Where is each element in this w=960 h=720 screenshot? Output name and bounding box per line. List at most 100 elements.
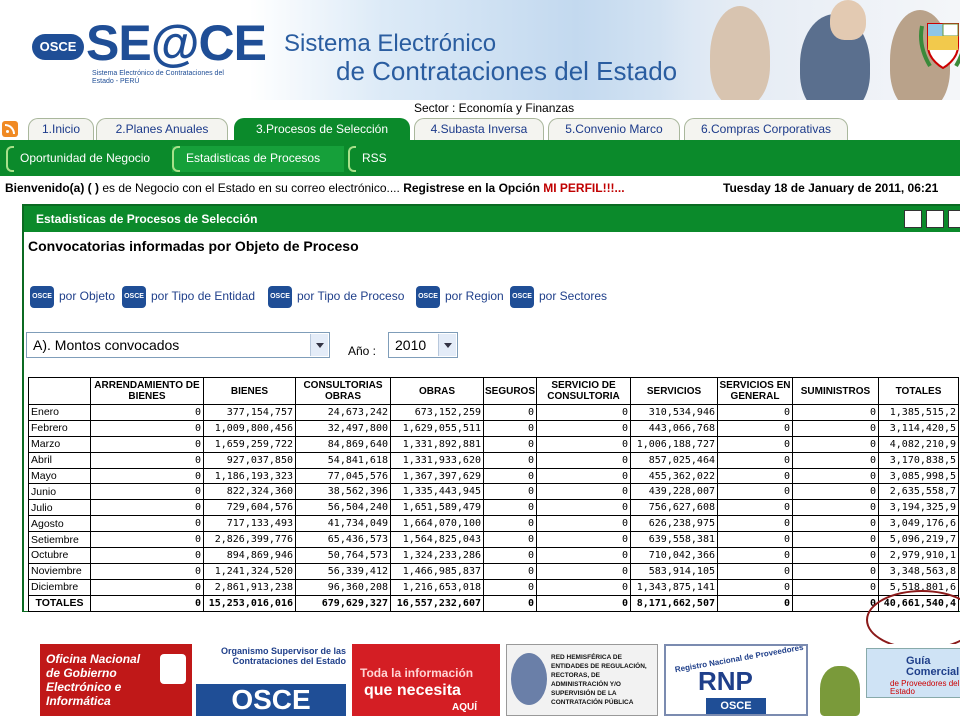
chevron-down-icon[interactable] (310, 334, 328, 356)
value-cell: 0 (483, 515, 537, 533)
value-cell: 894,869,946 (203, 547, 296, 564)
month-cell: Agosto (28, 515, 91, 533)
column-header: SEGUROS (483, 377, 537, 405)
value-cell: 41,734,049 (295, 515, 391, 533)
value-cell: 0 (90, 499, 204, 517)
subtab-oportunidad-negocio[interactable]: Oportunidad de Negocio (6, 146, 168, 172)
rss-feed-icon[interactable] (2, 121, 18, 137)
value-cell: 1,564,825,043 (390, 531, 484, 549)
value-cell: 0 (90, 578, 204, 596)
value-cell: 756,627,608 (630, 499, 718, 517)
osce-logo[interactable]: OSCE (32, 34, 84, 60)
guia-title: Guía Comercial (906, 655, 960, 678)
value-cell: 2,635,558,7 (878, 483, 959, 501)
value-cell: 0 (483, 531, 537, 549)
link-por-tipo-proceso[interactable]: OSCE por Tipo de Proceso (268, 286, 404, 308)
value-cell: 0 (717, 467, 793, 485)
osce-banner-logo: OSCE (196, 684, 346, 716)
banner-guia-comercial[interactable]: Guía Comercial de Proveedores del Estado (818, 644, 960, 716)
value-cell: 0 (483, 419, 537, 437)
statistics-table: ARRENDAMIENTO DE BIENES BIENES CONSULTORIA… (28, 377, 959, 612)
tab-planes-anuales[interactable]: 2.Planes Anuales (96, 118, 228, 140)
subtab-estadisticas-procesos[interactable]: Estadisticas de Procesos (172, 146, 344, 172)
year-select[interactable]: 2010 (388, 332, 458, 358)
print-icon[interactable] (948, 210, 960, 228)
value-cell: 0 (792, 467, 879, 485)
value-cell: 1,629,055,511 (390, 419, 484, 437)
value-cell: 77,045,576 (295, 467, 391, 485)
value-cell: 0 (536, 578, 631, 596)
value-cell: 0 (536, 499, 631, 517)
value-cell: 0 (536, 419, 631, 437)
link-por-objeto[interactable]: OSCE por Objeto (30, 286, 115, 308)
value-cell: 439,228,007 (630, 483, 718, 501)
value-cell: 0 (536, 404, 631, 421)
totals-label: TOTALES (28, 594, 91, 612)
table-row: Setiembre 0 2,826,399,776 65,436,573 1,564,8… (28, 531, 959, 549)
value-cell: 0 (717, 404, 793, 421)
value-cell: 0 (90, 531, 204, 549)
link-label: por Region (445, 289, 504, 304)
month-cell: Junio (28, 483, 91, 501)
export-excel-icon[interactable] (904, 210, 922, 228)
value-cell: 0 (536, 483, 631, 501)
value-cell: 50,764,573 (295, 547, 391, 564)
seace-logo[interactable]: SE@CE (86, 14, 267, 72)
total-cell: 16,557,232,607 (390, 594, 484, 612)
value-cell: 1,659,259,722 (203, 435, 296, 453)
tab-subasta-inversa[interactable]: 4.Subasta Inversa (414, 118, 544, 140)
value-cell: 0 (90, 562, 204, 580)
value-cell: 56,339,412 (295, 562, 391, 580)
value-cell: 857,025,464 (630, 451, 718, 469)
link-label: por Objeto (59, 289, 116, 304)
value-cell: 54,841,618 (295, 451, 391, 469)
value-cell: 0 (792, 404, 879, 421)
link-por-tipo-entidad[interactable]: OSCE por Tipo de Entidad (122, 286, 255, 308)
tab-convenio-marco[interactable]: 5.Convenio Marco (548, 118, 680, 140)
totals-row: TOTALES 0 15,253,016,016 679,629,327 16,557,… (28, 594, 959, 612)
rnp-osce-label: OSCE (706, 698, 766, 714)
banner-ongei[interactable]: Oficina Nacional de Gobierno Electrónico… (40, 644, 192, 716)
subtab-rss[interactable]: RSS (348, 146, 408, 172)
value-cell: 0 (90, 467, 204, 485)
value-cell: 1,367,397,629 (390, 467, 484, 485)
value-cell: 1,331,892,881 (390, 435, 484, 453)
column-header: CONSULTORIAS OBRAS (295, 377, 391, 405)
banner-rnp[interactable]: Registro Nacional de Proveedores RNP OSCE (664, 644, 808, 716)
value-cell: 0 (717, 531, 793, 549)
link-label: por Tipo de Proceso (297, 289, 405, 304)
link-por-region[interactable]: OSCE por Region (416, 286, 504, 308)
value-cell: 1,241,324,520 (203, 562, 296, 580)
tab-compras-corporativas[interactable]: 6.Compras Corporativas (684, 118, 848, 140)
column-header: BIENES (203, 377, 296, 405)
edit-icon[interactable] (926, 210, 944, 228)
value-cell: 1,466,985,837 (390, 562, 484, 580)
panel-header: Estadisticas de Procesos de Selección (24, 206, 960, 232)
total-cell: 0 (483, 594, 537, 612)
link-por-sectores[interactable]: OSCE por Sectores (510, 286, 607, 308)
banner-osce[interactable]: Organismo Supervisor de las Contratacion… (196, 644, 346, 716)
welcome-message: Bienvenido(a) ( ) es de Negocio con el E… (5, 181, 625, 195)
statistics-panel: Estadisticas de Procesos de Selección Co… (22, 204, 960, 612)
value-cell: 0 (792, 531, 879, 549)
column-header: TOTALES (878, 377, 959, 405)
value-cell: 0 (483, 483, 537, 501)
total-cell: 8,171,662,507 (630, 594, 718, 612)
chevron-down-icon[interactable] (438, 334, 456, 356)
value-cell: 38,562,396 (295, 483, 391, 501)
report-type-select[interactable]: A). Montos convocados (26, 332, 330, 358)
month-cell: Mayo (28, 467, 91, 485)
column-header: ARRENDAMIENTO DE BIENES (90, 377, 204, 405)
column-header: OBRAS (390, 377, 484, 405)
subtab-label: Oportunidad de Negocio (20, 151, 151, 165)
tab-procesos-seleccion[interactable]: 3.Procesos de Selección (234, 118, 410, 140)
banner-info-aqui[interactable]: Toda la información que necesita AQUÍ (352, 644, 500, 716)
value-cell: 96,360,208 (295, 578, 391, 596)
sector-label: Sector : Economía y Finanzas (414, 101, 575, 115)
column-header (28, 377, 91, 405)
mi-perfil-link[interactable]: MI PERFIL!!!... (543, 181, 624, 195)
tab-inicio[interactable]: 1.Inicio (28, 118, 94, 140)
banner-red-hemisferica[interactable]: RED HEMISFÉRICA DE ENTIDADES DE REGULACI… (506, 644, 658, 716)
value-cell: 0 (90, 404, 204, 421)
peru-shield-icon (919, 23, 960, 70)
